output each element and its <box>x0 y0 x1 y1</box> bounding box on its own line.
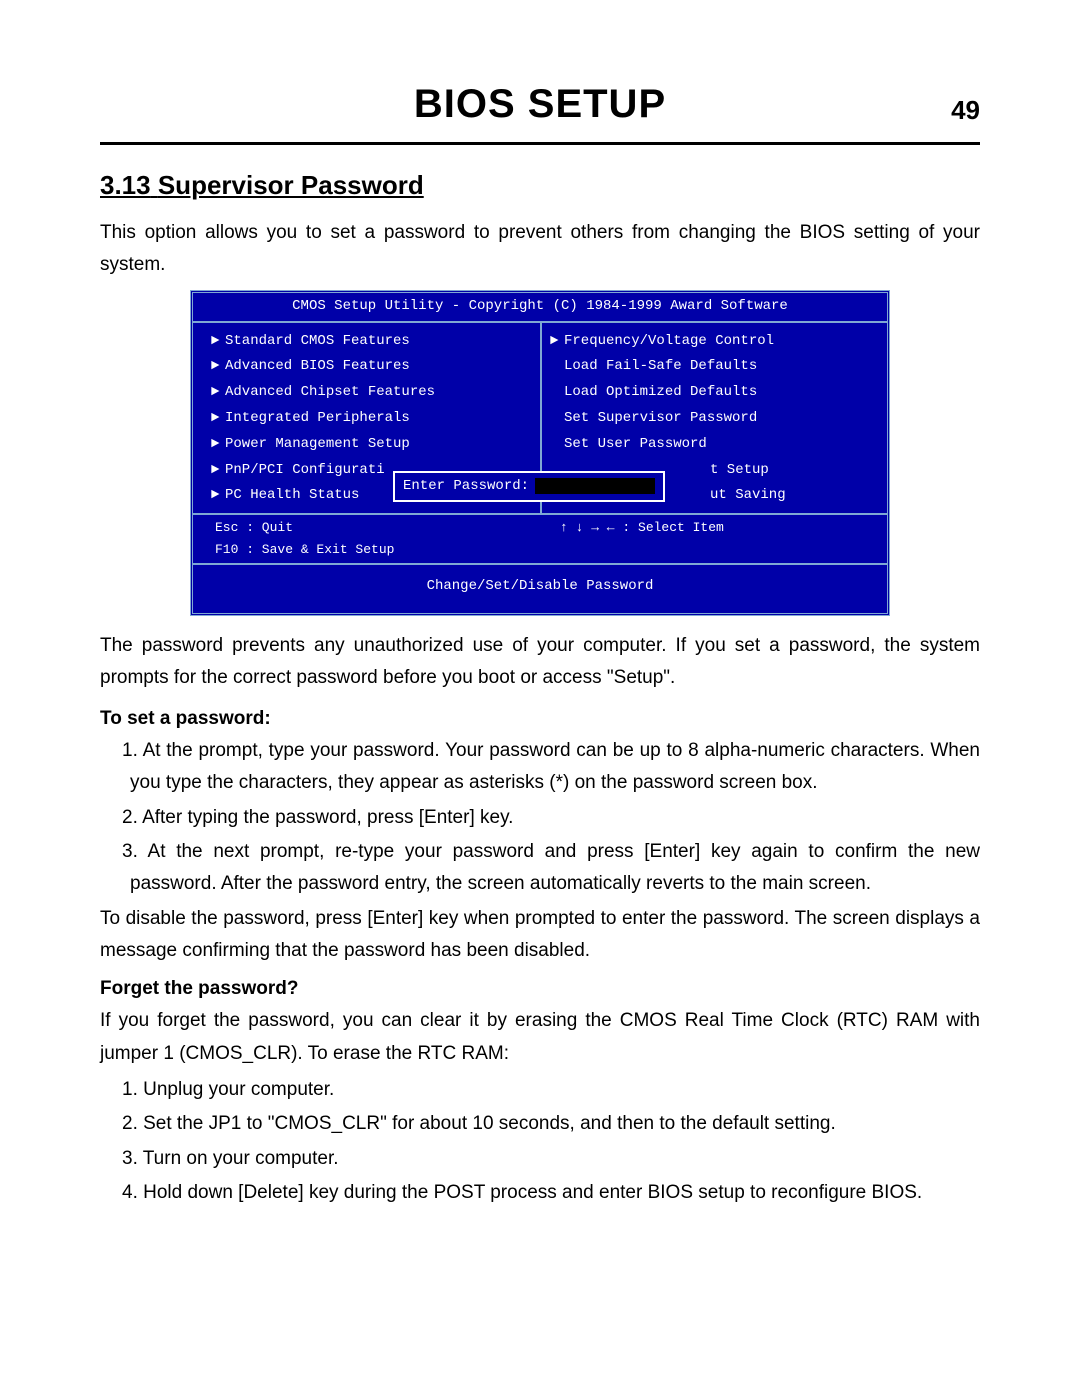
password-explain-paragraph: The password prevents any unauthorized u… <box>100 630 980 695</box>
page-header: BIOS SETUP 49 <box>100 70 980 138</box>
bios-hint-arrows: ↑ ↓ → ← : Select Item <box>520 517 865 561</box>
page-number: 49 <box>951 88 980 132</box>
bios-menu-item[interactable]: Set User Password <box>550 432 869 458</box>
section-heading: 3.13 Supervisor Password <box>100 163 980 207</box>
triangle-icon: ► <box>211 459 225 483</box>
triangle-icon: ► <box>211 355 225 379</box>
list-item: 2. Set the JP1 to "CMOS_CLR" for about 1… <box>122 1108 980 1140</box>
list-item: 4. Hold down [Delete] key during the POS… <box>122 1177 980 1209</box>
bios-menu-item[interactable]: ►Frequency/Voltage Control <box>550 329 869 355</box>
intro-paragraph: This option allows you to set a password… <box>100 217 980 282</box>
bios-menu-item[interactable]: ►Standard CMOS Features <box>211 329 530 355</box>
bios-menu-item[interactable]: Load Fail-Safe Defaults <box>550 354 869 380</box>
triangle-icon: ► <box>211 407 225 431</box>
triangle-icon: ► <box>550 330 564 354</box>
set-password-steps: 1. At the prompt, type your password. Yo… <box>100 735 980 900</box>
triangle-icon: ► <box>211 484 225 508</box>
password-input[interactable] <box>535 478 655 494</box>
enter-password-dialog: Enter Password: <box>393 471 665 503</box>
bios-menu-item[interactable]: ►Advanced Chipset Features <box>211 380 530 406</box>
bios-footer-message: Change/Set/Disable Password <box>193 565 887 613</box>
bios-menu-item[interactable]: Load Optimized Defaults <box>550 380 869 406</box>
bios-utility-title: CMOS Setup Utility - Copyright (C) 1984-… <box>193 293 887 321</box>
bios-menu-item[interactable]: ►Power Management Setup <box>211 432 530 458</box>
bios-hint-row: Esc : Quit F10 : Save & Exit Setup ↑ ↓ →… <box>193 515 887 565</box>
bios-menu-area: ►Standard CMOS Features ►Advanced BIOS F… <box>193 321 887 516</box>
bios-menu-item[interactable]: ►Integrated Peripherals <box>211 406 530 432</box>
list-item: 3. Turn on your computer. <box>122 1143 980 1175</box>
forget-password-steps: 1. Unplug your computer. 2. Set the JP1 … <box>100 1074 980 1209</box>
password-prompt-label: Enter Password: <box>403 475 529 499</box>
forget-password-heading: Forget the password? <box>100 973 980 1005</box>
triangle-icon: ► <box>211 381 225 405</box>
header-rule <box>100 142 980 145</box>
bios-screenshot: CMOS Setup Utility - Copyright (C) 1984-… <box>190 290 890 616</box>
section-name: Supervisor Password <box>158 170 424 200</box>
section-number: 3.13 <box>100 170 151 200</box>
triangle-icon: ► <box>211 330 225 354</box>
bios-menu-item[interactable]: ►Advanced BIOS Features <box>211 354 530 380</box>
triangle-icon: ► <box>211 433 225 457</box>
bios-hint-f10: F10 : Save & Exit Setup <box>215 539 520 561</box>
forget-password-paragraph: If you forget the password, you can clea… <box>100 1005 980 1070</box>
list-item: 3. At the next prompt, re-type your pass… <box>122 836 980 901</box>
chapter-title: BIOS SETUP <box>100 70 980 138</box>
list-item: 1. Unplug your computer. <box>122 1074 980 1106</box>
bios-menu-item[interactable]: Set Supervisor Password <box>550 406 869 432</box>
disable-password-paragraph: To disable the password, press [Enter] k… <box>100 903 980 968</box>
set-password-heading: To set a password: <box>100 703 980 735</box>
list-item: 2. After typing the password, press [Ent… <box>122 802 980 834</box>
bios-hint-esc: Esc : Quit <box>215 517 520 539</box>
list-item: 1. At the prompt, type your password. Yo… <box>122 735 980 800</box>
